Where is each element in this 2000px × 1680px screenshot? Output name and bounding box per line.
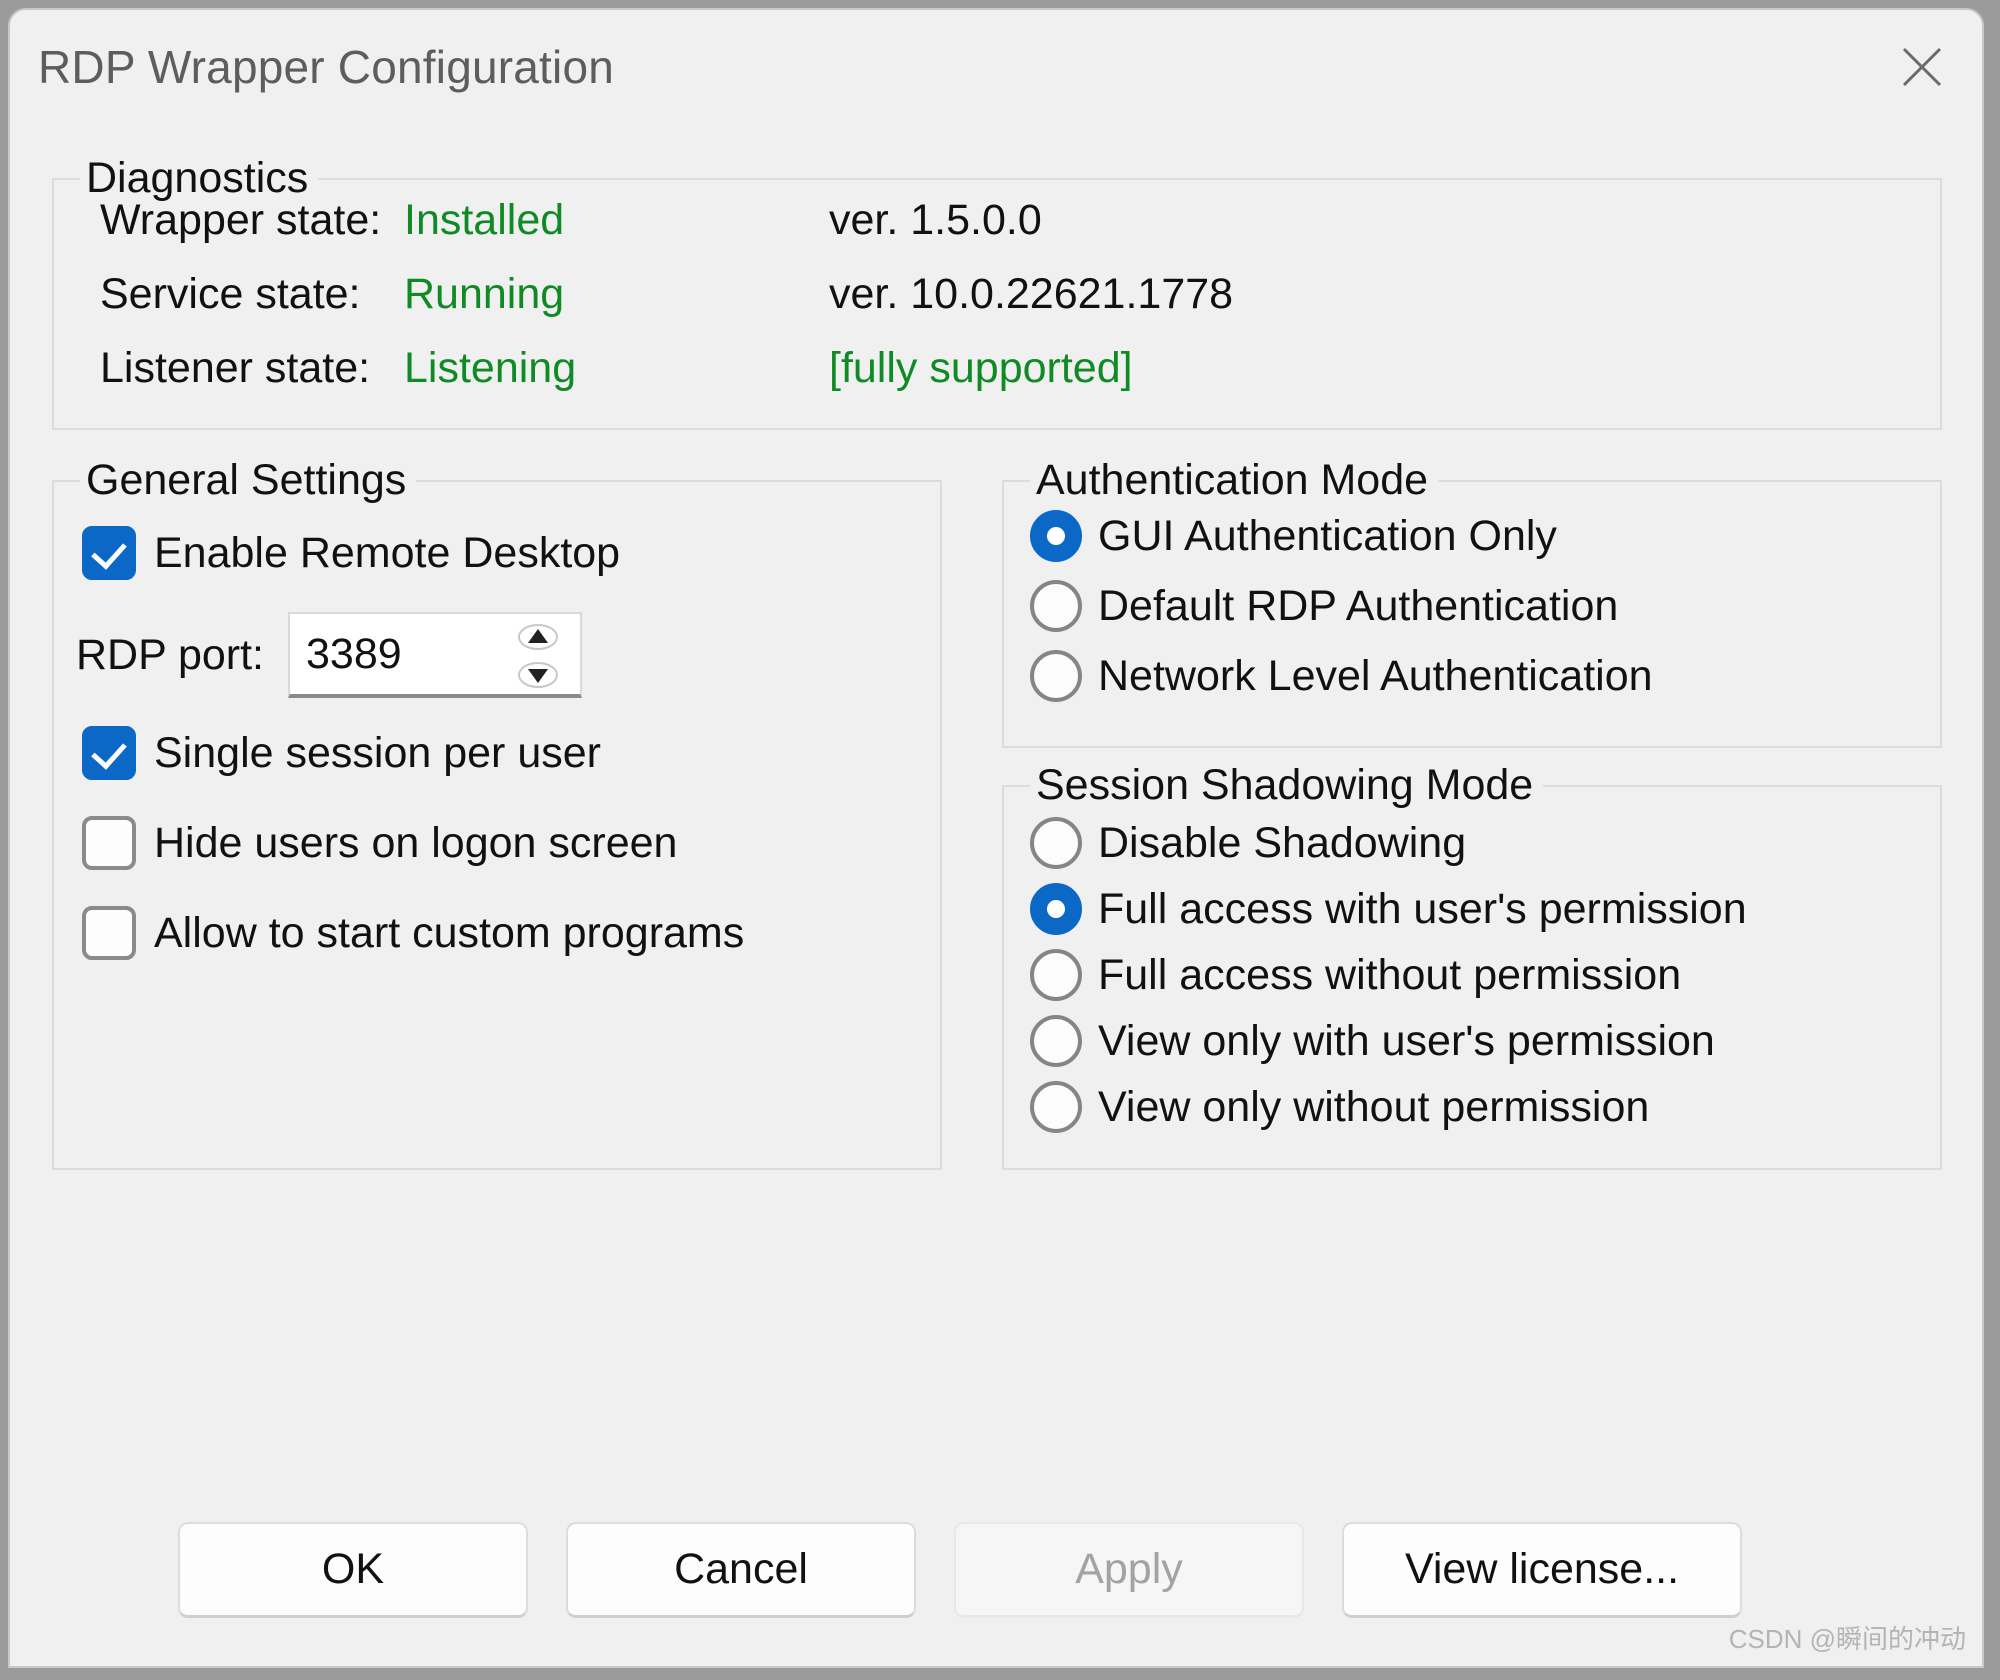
rdp-wrapper-configuration-dialog: RDP Wrapper Configuration Diagnostics Wr…	[8, 8, 1984, 1668]
close-icon	[1884, 45, 1960, 89]
ok-button[interactable]: OK	[178, 1522, 528, 1618]
checkbox-allow-custom-programs[interactable]: Allow to start custom programs	[82, 902, 744, 964]
rdp-port-row: RDP port: 3389	[76, 612, 582, 698]
radio-label-full-access-without-permission: Full access without permission	[1098, 951, 1681, 1000]
radio-full-access-without-permission[interactable]: Full access without permission	[1030, 945, 1681, 1005]
radio-selected-icon	[1030, 510, 1082, 562]
service-version: ver. 10.0.22621.1778	[829, 270, 1233, 319]
apply-button: Apply	[954, 1522, 1304, 1618]
spinner-down-arrow-icon[interactable]	[506, 656, 570, 694]
session-shadowing-mode-legend: Session Shadowing Mode	[1030, 759, 1543, 811]
diagnostics-row-wrapper-state: Wrapper state: Installed ver. 1.5.0.0	[54, 196, 1940, 270]
radio-gui-authentication-only[interactable]: GUI Authentication Only	[1030, 506, 1557, 566]
radio-unselected-icon	[1030, 949, 1082, 1001]
checkbox-label-hide-users-on-logon-screen: Hide users on logon screen	[154, 819, 677, 868]
service-state-label: Service state:	[100, 270, 361, 319]
radio-disable-shadowing[interactable]: Disable Shadowing	[1030, 813, 1466, 873]
cancel-button[interactable]: Cancel	[566, 1522, 916, 1618]
rdp-port-label: RDP port:	[76, 631, 264, 680]
radio-unselected-icon	[1030, 650, 1082, 702]
checkbox-checked-icon	[82, 526, 136, 580]
checkbox-enable-remote-desktop[interactable]: Enable Remote Desktop	[82, 522, 620, 584]
radio-label-gui-authentication-only: GUI Authentication Only	[1098, 512, 1557, 561]
general-settings-legend: General Settings	[80, 454, 416, 506]
checkbox-label-allow-custom-programs: Allow to start custom programs	[154, 909, 744, 958]
watermark: CSDN @瞬间的冲动	[1729, 1619, 1966, 1656]
radio-label-view-only-with-permission: View only with user's permission	[1098, 1017, 1715, 1066]
radio-label-full-access-with-permission: Full access with user's permission	[1098, 885, 1747, 934]
listener-state-label: Listener state:	[100, 344, 370, 393]
radio-unselected-icon	[1030, 1015, 1082, 1067]
general-settings-group: General Settings Enable Remote Desktop R…	[52, 480, 942, 1170]
diagnostics-row-listener-state: Listener state: Listening [fully support…	[54, 344, 1940, 418]
radio-unselected-icon	[1030, 817, 1082, 869]
checkbox-single-session-per-user[interactable]: Single session per user	[82, 722, 601, 784]
radio-network-level-authentication[interactable]: Network Level Authentication	[1030, 646, 1653, 706]
radio-view-only-without-permission[interactable]: View only without permission	[1030, 1077, 1649, 1137]
title-bar: RDP Wrapper Configuration	[10, 10, 1982, 122]
diagnostics-group: Diagnostics Wrapper state: Installed ver…	[52, 178, 1942, 430]
diagnostics-row-service-state: Service state: Running ver. 10.0.22621.1…	[54, 270, 1940, 344]
close-button[interactable]	[1884, 30, 1960, 100]
checkbox-unchecked-icon	[82, 906, 136, 960]
service-state-value: Running	[404, 270, 564, 319]
checkbox-label-enable-remote-desktop: Enable Remote Desktop	[154, 529, 620, 578]
spinner-up-arrow-icon[interactable]	[506, 618, 570, 656]
listener-state-value: Listening	[404, 344, 576, 393]
wrapper-state-label: Wrapper state:	[100, 196, 381, 245]
radio-view-only-with-permission[interactable]: View only with user's permission	[1030, 1011, 1715, 1071]
radio-unselected-icon	[1030, 1081, 1082, 1133]
radio-selected-icon	[1030, 883, 1082, 935]
window-title: RDP Wrapper Configuration	[38, 40, 614, 94]
rdp-port-value: 3389	[306, 630, 402, 679]
wrapper-state-value: Installed	[404, 196, 564, 245]
radio-default-rdp-authentication[interactable]: Default RDP Authentication	[1030, 576, 1618, 636]
view-license-button[interactable]: View license...	[1342, 1522, 1742, 1618]
radio-unselected-icon	[1030, 580, 1082, 632]
radio-label-disable-shadowing: Disable Shadowing	[1098, 819, 1466, 868]
checkbox-label-single-session-per-user: Single session per user	[154, 729, 601, 778]
checkbox-checked-icon	[82, 726, 136, 780]
radio-label-view-only-without-permission: View only without permission	[1098, 1083, 1649, 1132]
radio-label-default-rdp-authentication: Default RDP Authentication	[1098, 582, 1618, 631]
checkbox-unchecked-icon	[82, 816, 136, 870]
authentication-mode-legend: Authentication Mode	[1030, 454, 1438, 506]
rdp-port-input[interactable]: 3389	[288, 612, 582, 698]
authentication-mode-group: Authentication Mode GUI Authentication O…	[1002, 480, 1942, 748]
support-status: [fully supported]	[829, 344, 1133, 393]
radio-label-network-level-authentication: Network Level Authentication	[1098, 652, 1653, 701]
radio-full-access-with-permission[interactable]: Full access with user's permission	[1030, 879, 1747, 939]
checkbox-hide-users-on-logon-screen[interactable]: Hide users on logon screen	[82, 812, 677, 874]
rdp-port-stepper[interactable]	[506, 618, 570, 694]
session-shadowing-mode-group: Session Shadowing Mode Disable Shadowing…	[1002, 785, 1942, 1170]
wrapper-version: ver. 1.5.0.0	[829, 196, 1042, 245]
